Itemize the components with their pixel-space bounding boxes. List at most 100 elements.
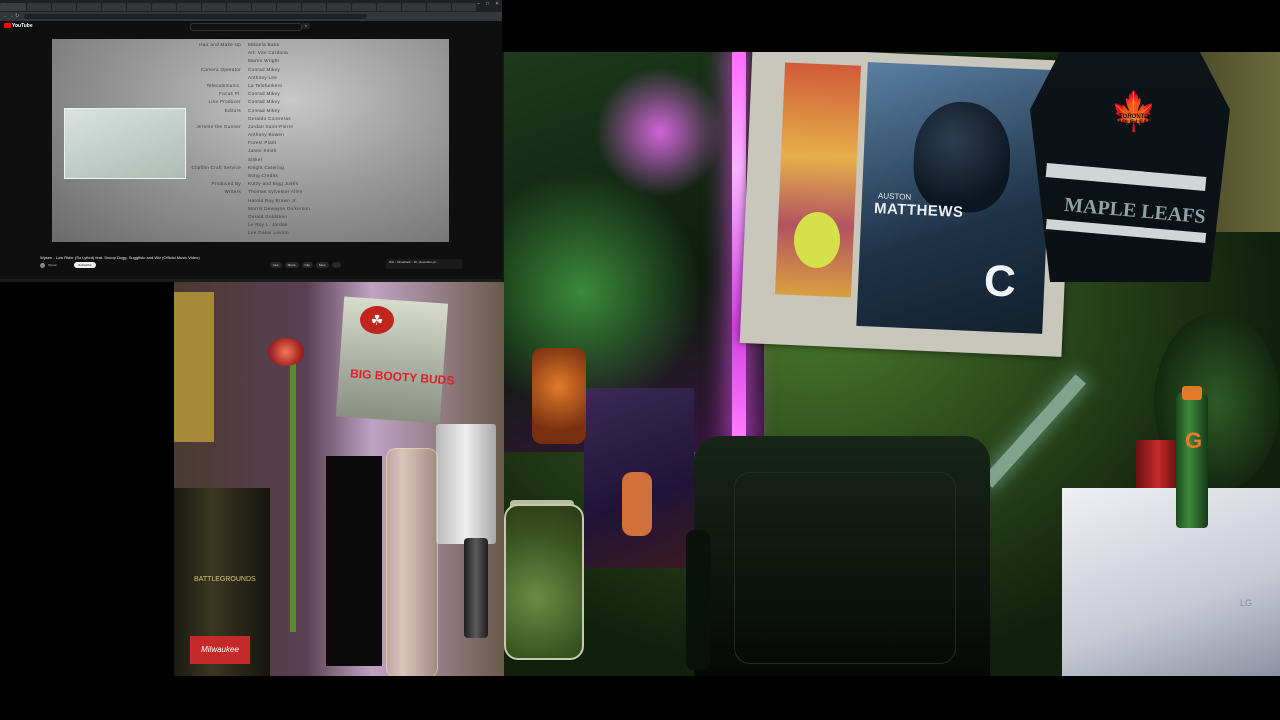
credit-name: Harold Ray Brown Jr. — [248, 197, 298, 203]
browser-tab[interactable] — [227, 3, 251, 11]
video-player[interactable]: Hair and Make Up Mikaela Batts Art: Von Ca… — [52, 39, 449, 242]
reload-icon[interactable]: ↻ — [15, 14, 20, 19]
credit-name: Conrad Mikey — [248, 66, 280, 72]
browser-tab[interactable] — [177, 3, 201, 11]
credit-row: Line Producer Conrad Mikey — [52, 98, 449, 106]
credit-role: Camera Operator — [200, 66, 241, 72]
browser-tab[interactable] — [0, 3, 26, 11]
white-container — [436, 424, 496, 544]
credit-name: Lee Oskar Levitin — [248, 230, 289, 236]
glass-jar — [504, 504, 584, 660]
minimize-icon[interactable]: – — [477, 2, 482, 7]
browser-tab[interactable] — [127, 3, 151, 11]
back-icon[interactable]: ← — [3, 14, 8, 19]
fridge-logo: LG — [1240, 598, 1253, 608]
credit-name: Thomas Sylvester Allen — [248, 189, 303, 195]
credit-name: Martin Wright — [248, 58, 280, 64]
credit-name: Jason Smith — [248, 148, 277, 154]
credit-row: Martin Wright — [52, 57, 449, 65]
credit-role: Jerome the Gunner — [196, 123, 241, 129]
browser-tab[interactable] — [27, 3, 51, 11]
credit-name: La Telefunkero — [248, 82, 283, 88]
browser-tab[interactable] — [327, 3, 351, 11]
browser-tab[interactable] — [277, 3, 301, 11]
search-input[interactable] — [190, 23, 302, 31]
browser-tab[interactable] — [152, 3, 176, 11]
channel-row: Wysen Subscribe — [40, 262, 96, 268]
chair-seam — [734, 472, 956, 664]
search-icon[interactable]: ⌕ — [302, 23, 310, 29]
browser-tab[interactable] — [402, 3, 426, 11]
maximize-icon[interactable]: □ — [486, 2, 491, 7]
speaker — [326, 456, 382, 666]
credit-name: Geraldo Contreras — [248, 115, 291, 121]
credit-role: Hair and Make Up — [199, 42, 241, 47]
credit-name: Knight Catering — [248, 164, 285, 170]
youtube-play-icon — [4, 23, 11, 29]
browser-tab[interactable] — [77, 3, 101, 11]
forward-icon[interactable]: → — [9, 14, 14, 19]
taskbar — [0, 279, 502, 282]
credit-name: Song Credits — [248, 173, 279, 178]
credit-row: Le Roy L. Jordan — [52, 221, 449, 229]
tab-strip — [0, 0, 502, 12]
browser-tab[interactable] — [302, 3, 326, 11]
youtube-logo[interactable]: YouTube — [4, 23, 33, 29]
video-actions: Like Share Clip Save ··· — [270, 262, 341, 268]
video-action-button[interactable]: ··· — [331, 262, 341, 268]
browser-tab[interactable] — [202, 3, 226, 11]
channel-name[interactable]: Wysen — [48, 263, 57, 267]
video-action-button[interactable]: Clip — [301, 262, 313, 268]
jersey-logo-text: TORONTO MAPLE LEAFS — [1112, 114, 1156, 126]
credit-name: Conrad Mikey — [248, 107, 280, 113]
subscribe-button[interactable]: Subscribe — [74, 262, 96, 268]
credit-row: Focus Pl. Conrad Mikey — [52, 90, 449, 98]
video-action-button[interactable]: Share — [284, 262, 299, 268]
mini-fridge — [1062, 488, 1280, 676]
credit-name: Forest Plant — [248, 140, 277, 146]
browser-tab[interactable] — [352, 3, 376, 11]
credit-name: Siskel — [248, 156, 263, 162]
thermos — [464, 538, 488, 638]
video-action-button[interactable]: Like — [270, 262, 282, 268]
browser-tab[interactable] — [427, 3, 451, 11]
window-controls: – □ ✕ — [477, 2, 500, 7]
browser-tab[interactable] — [252, 3, 276, 11]
browser-tab[interactable] — [52, 3, 76, 11]
site-name: YouTube — [12, 23, 33, 29]
rose — [268, 338, 304, 366]
credit-role: Line Producer — [208, 99, 241, 105]
credit-name: Anthony Bowen — [248, 132, 285, 138]
credit-name: Conrad Mikey — [248, 99, 280, 105]
credit-name: Jordan Saint-Pierre — [248, 123, 294, 129]
tin-text: BATTLEGROUNDS — [194, 576, 256, 583]
up-next-card[interactable]: Wiz – Dimeback – Dr. (Juvenile Lyf... — [386, 259, 462, 269]
sports-bottle — [1176, 392, 1208, 528]
credit-row: Produced By Kutzy and Bigg Justin — [52, 180, 449, 188]
tin-label: Milwaukee — [190, 636, 250, 664]
credit-row: Telecommunic. La Telefunkero — [52, 82, 449, 90]
browser-tab[interactable] — [102, 3, 126, 11]
credit-name: Conrad Mikey — [248, 91, 280, 97]
video-action-button[interactable]: Save — [315, 262, 329, 268]
bottle-cap — [1182, 386, 1202, 400]
url-field[interactable] — [24, 14, 367, 19]
browser-window: – □ ✕ ← → ↻ YouTube ⌕ Hair and Make Up Mi… — [0, 0, 502, 282]
player-helmet — [911, 99, 1013, 215]
credit-row: Harold Ray Brown Jr. — [52, 197, 449, 205]
credit-name: Kutzy and Bigg Justin — [248, 181, 299, 187]
maple-leaf-icon: 🍁 — [1110, 91, 1158, 133]
close-icon[interactable]: ✕ — [495, 2, 500, 7]
browser-tab[interactable] — [452, 3, 476, 11]
credit-name: Morris Dewayne Dickerson — [248, 205, 311, 211]
video-inset-frame — [64, 108, 186, 179]
credit-row: Morris Dewayne Dickerson — [52, 205, 449, 213]
credit-role: Telecommunic. — [206, 82, 241, 88]
rose-stem — [290, 352, 296, 632]
credit-row: Lee Oskar Levitin — [52, 229, 449, 237]
credit-row: Writers Thomas Sylvester Allen — [52, 188, 449, 196]
credit-name: Gerald Goldstein — [248, 213, 288, 219]
avatar[interactable] — [40, 262, 45, 268]
browser-tab[interactable] — [377, 3, 401, 11]
cannabis-leaf-icon: ☘ — [360, 306, 394, 334]
